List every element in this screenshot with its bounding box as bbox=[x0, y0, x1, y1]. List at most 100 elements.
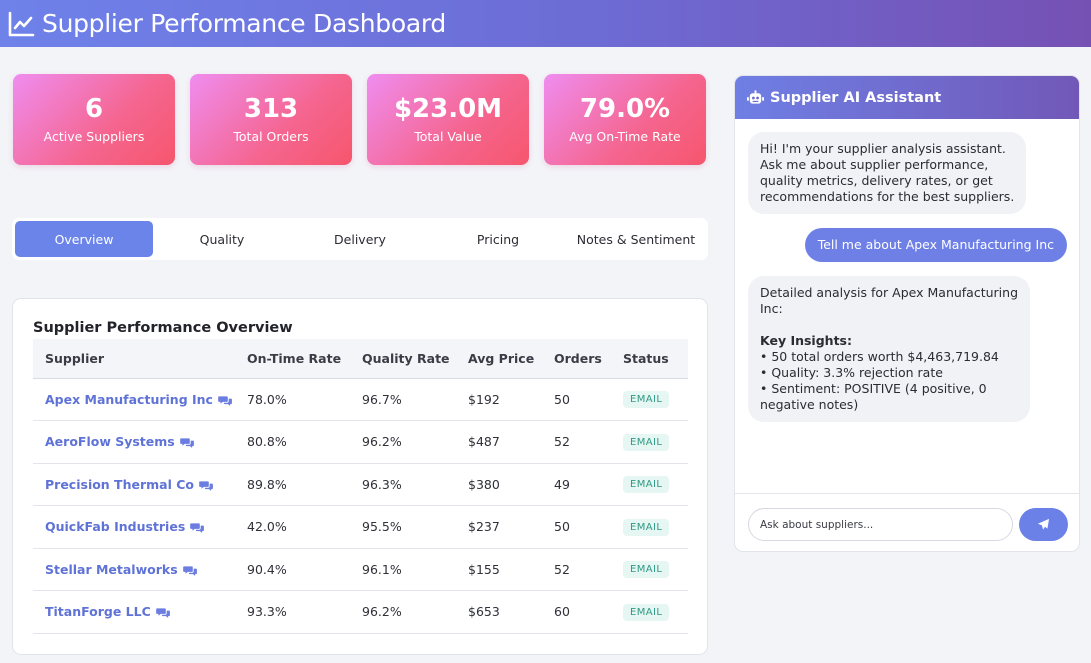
supplier-link[interactable]: Precision Thermal Co bbox=[45, 477, 194, 492]
stat-label: Total Orders bbox=[233, 129, 309, 144]
comments-icon[interactable] bbox=[199, 480, 214, 491]
paper-plane-icon bbox=[1037, 518, 1050, 530]
avg-price-cell: $237 bbox=[456, 505, 542, 549]
avg-price-cell: $380 bbox=[456, 463, 542, 506]
stat-label: Avg On-Time Rate bbox=[569, 129, 681, 144]
message-bullet: negative notes) bbox=[760, 397, 859, 412]
supplier-cell[interactable]: Precision Thermal Co bbox=[33, 463, 235, 506]
comments-icon[interactable] bbox=[155, 607, 171, 619]
tab-overview[interactable]: Overview bbox=[15, 221, 153, 257]
tab-pricing[interactable]: Pricing bbox=[429, 221, 567, 257]
message-spacer bbox=[760, 317, 1018, 333]
message-line: Tell me about Apex Manufacturing Inc bbox=[817, 237, 1054, 252]
status-cell: EMAIL bbox=[611, 420, 688, 464]
tab-quality[interactable]: Quality bbox=[153, 221, 291, 257]
supplier-link[interactable]: TitanForge LLC bbox=[45, 604, 151, 619]
supplier-cell[interactable]: Stellar Metalworks bbox=[33, 548, 235, 591]
orders-cell: 52 bbox=[542, 420, 611, 464]
avg-price-cell: $155 bbox=[456, 548, 542, 591]
orders-cell: 50 bbox=[542, 378, 611, 421]
supplier-cell[interactable]: TitanForge LLC bbox=[33, 590, 235, 634]
quality-rate-cell: 96.2% bbox=[350, 590, 456, 634]
message-line: Inc: bbox=[760, 301, 783, 316]
orders-cell: 50 bbox=[542, 505, 611, 549]
supplier-link[interactable]: Stellar Metalworks bbox=[45, 562, 178, 577]
line-chart-icon bbox=[8, 11, 35, 36]
send-button[interactable] bbox=[1019, 508, 1068, 541]
supplier-link[interactable]: AeroFlow Systems bbox=[45, 434, 175, 449]
assistant-message-reply: Detailed analysis for Apex Manufacturing… bbox=[748, 276, 1031, 422]
avg-price-cell: $487 bbox=[456, 420, 542, 464]
status-cell: EMAIL bbox=[611, 590, 688, 634]
on-time-rate-cell: 89.8% bbox=[235, 463, 350, 506]
message-bullet: • 50 total orders worth $4,463,719.84 bbox=[760, 349, 999, 364]
comments-icon[interactable] bbox=[218, 395, 233, 406]
comments-icon[interactable] bbox=[179, 437, 195, 449]
on-time-rate-cell: 93.3% bbox=[235, 590, 350, 634]
panel-title: Supplier Performance Overview bbox=[33, 320, 293, 336]
table-row[interactable]: TitanForge LLC 93.3% 96.2% $653 60 EMAIL bbox=[33, 590, 688, 634]
status-cell: EMAIL bbox=[611, 463, 688, 506]
chat-input[interactable] bbox=[748, 508, 1013, 541]
page-title: Supplier Performance Dashboard bbox=[42, 9, 446, 38]
stat-value: 79.0% bbox=[579, 94, 671, 124]
stat-value: 6 bbox=[84, 94, 104, 124]
stat-card-total-orders: 313 Total Orders bbox=[190, 74, 352, 165]
stat-card-active-suppliers: 6 Active Suppliers bbox=[13, 74, 175, 165]
supplier-link[interactable]: QuickFab Industries bbox=[45, 519, 185, 534]
table-row[interactable]: AeroFlow Systems 80.8% 96.2% $487 52 EMAIL bbox=[33, 420, 688, 464]
on-time-rate-cell: 80.8% bbox=[235, 420, 350, 464]
supplier-cell[interactable]: AeroFlow Systems bbox=[33, 420, 235, 464]
table-row[interactable]: Precision Thermal Co 89.8% 96.3% $380 49 EMAI… bbox=[33, 463, 688, 506]
message-line: Ask me about supplier performance, bbox=[760, 157, 989, 172]
stat-label: Active Suppliers bbox=[43, 129, 145, 144]
status-badge[interactable]: EMAIL bbox=[623, 603, 670, 621]
supplier-overview-panel: Supplier Performance Overview Supplier O… bbox=[12, 298, 708, 655]
tab-delivery[interactable]: Delivery bbox=[291, 221, 429, 257]
stat-card-total-value: $23.0M Total Value bbox=[367, 74, 529, 165]
message-bullet: • Quality: 3.3% rejection rate bbox=[760, 365, 943, 380]
table-row[interactable]: Stellar Metalworks 90.4% 96.1% $155 52 EMAIL bbox=[33, 548, 688, 591]
column-header-quality-rate[interactable]: Quality Rate bbox=[350, 339, 456, 379]
column-header-avg-price[interactable]: Avg Price bbox=[456, 339, 542, 379]
orders-cell: 52 bbox=[542, 548, 611, 591]
quality-rate-cell: 96.7% bbox=[350, 378, 456, 421]
stat-value: $23.0M bbox=[393, 94, 503, 124]
stat-label: Total Value bbox=[414, 129, 482, 144]
column-header-orders[interactable]: Orders bbox=[542, 339, 611, 379]
supplier-cell[interactable]: QuickFab Industries bbox=[33, 505, 235, 549]
status-cell: EMAIL bbox=[611, 548, 688, 591]
message-line: Hi! I'm your supplier analysis assistant… bbox=[760, 141, 1006, 156]
supplier-cell[interactable]: Apex Manufacturing Inc bbox=[33, 378, 235, 421]
status-cell: EMAIL bbox=[611, 378, 688, 421]
table-row[interactable]: QuickFab Industries 42.0% 95.5% $237 50 EMAIL bbox=[33, 505, 688, 549]
assistant-message-welcome: Hi! I'm your supplier analysis assistant… bbox=[748, 132, 1027, 214]
comments-icon[interactable] bbox=[182, 565, 198, 576]
quality-rate-cell: 96.1% bbox=[350, 548, 456, 591]
tab-bar: Overview Quality Delivery Pricing Notes … bbox=[12, 218, 708, 260]
column-header-supplier[interactable]: Supplier bbox=[33, 339, 235, 379]
status-badge[interactable]: EMAIL bbox=[623, 476, 670, 494]
chat-title: Supplier AI Assistant bbox=[770, 89, 942, 106]
comments-icon[interactable] bbox=[190, 522, 205, 534]
on-time-rate-cell: 42.0% bbox=[235, 505, 350, 549]
column-header-status[interactable]: Status bbox=[611, 339, 688, 379]
status-badge[interactable]: EMAIL bbox=[623, 433, 670, 451]
column-header-on-time-rate[interactable]: On-Time Rate bbox=[235, 339, 350, 379]
quality-rate-cell: 95.5% bbox=[350, 505, 456, 549]
tab-notes-sentiment[interactable]: Notes & Sentiment bbox=[567, 221, 705, 257]
avg-price-cell: $192 bbox=[456, 378, 542, 421]
message-bullet: • Sentiment: POSITIVE (4 positive, 0 bbox=[760, 381, 987, 396]
table-header-row: Supplier On-Time Rate Quality Rate Avg P… bbox=[33, 339, 688, 379]
app-header: Supplier Performance Dashboard bbox=[0, 0, 1091, 47]
message-line: recommendations for the best suppliers. bbox=[760, 189, 1015, 204]
quality-rate-cell: 96.2% bbox=[350, 420, 456, 464]
stat-value: 313 bbox=[243, 94, 299, 124]
status-badge[interactable]: EMAIL bbox=[623, 561, 670, 579]
status-badge[interactable]: EMAIL bbox=[623, 391, 670, 409]
supplier-link[interactable]: Apex Manufacturing Inc bbox=[45, 392, 213, 407]
message-heading: Key Insights: bbox=[760, 333, 852, 348]
table-row[interactable]: Apex Manufacturing Inc 78.0% 96.7% $192 50 EM… bbox=[33, 378, 688, 421]
robot-icon bbox=[747, 89, 764, 104]
status-badge[interactable]: EMAIL bbox=[623, 518, 670, 536]
